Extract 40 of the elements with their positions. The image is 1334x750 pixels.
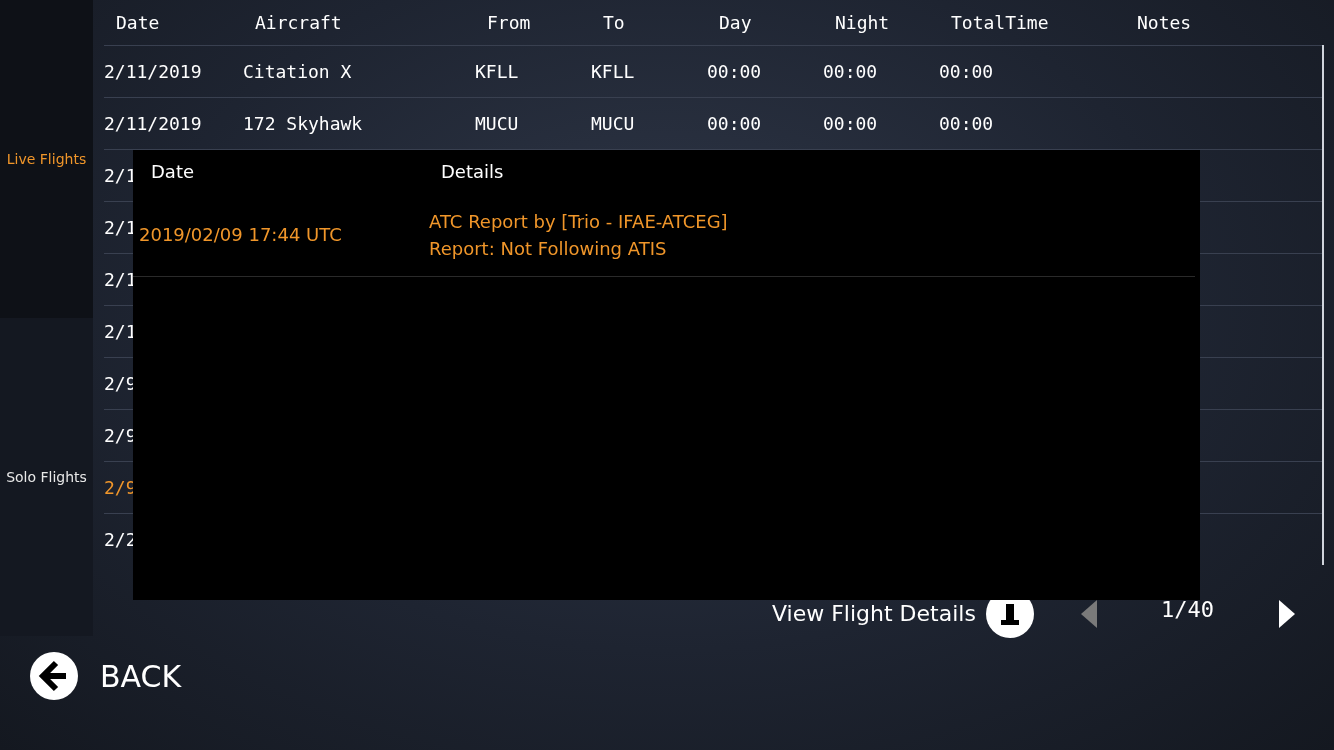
table-cell: 2/1 <box>104 269 137 290</box>
column-header: TotalTime <box>951 12 1049 33</box>
table-cell: 172 Skyhawk <box>243 113 363 134</box>
sidebar-tab[interactable]: Solo Flights <box>0 318 93 636</box>
column-header: Date <box>116 12 160 33</box>
scrollbar[interactable] <box>1322 45 1324 565</box>
table-cell: 2/1 <box>104 165 137 186</box>
table-cell: KFLL <box>475 61 519 82</box>
column-header: From <box>487 12 531 33</box>
table-cell: KFLL <box>591 61 635 82</box>
sidebar-tab[interactable]: Live Flights <box>0 0 93 318</box>
column-header: Aircraft <box>255 12 342 33</box>
column-header: Details <box>441 160 504 184</box>
column-header: Notes <box>1137 12 1192 33</box>
table-cell: Citation X <box>243 61 352 82</box>
report-detail: ATC Report by [Trio - IFAE-ATCEG] <box>429 209 728 234</box>
table-cell: 2/11/2019 <box>104 61 202 82</box>
view-details-label: View Flight Details <box>772 600 976 628</box>
column-header: Night <box>835 12 890 33</box>
column-header: Date <box>151 160 196 184</box>
table-cell: 2/1 <box>104 321 137 342</box>
table-cell: 2/11/2019 <box>104 113 202 134</box>
table-row[interactable]: 2/11/2019 172 Skyhawk MUCU MUCU 00:00 00:00 00:00 <box>104 97 1322 149</box>
page-indicator: 1/40 <box>1160 596 1214 624</box>
table-cell: 00:00 <box>707 61 762 82</box>
table-cell: MUCU <box>475 113 519 134</box>
next-page-icon[interactable] <box>1276 597 1297 630</box>
table-cell: 00:00 <box>939 113 994 134</box>
report-date: 2019/02/09 17:44 UTC <box>139 223 343 247</box>
table-cell: 00:00 <box>707 113 762 134</box>
table-cell: 00:00 <box>939 61 994 82</box>
table-row[interactable]: 2/11/2019 Citation X KFLL KFLL 00:00 00:00 00:00 <box>104 45 1322 97</box>
table-cell: 00:00 <box>823 61 878 82</box>
column-header: Day <box>719 12 752 33</box>
table-cell: 00:00 <box>823 113 878 134</box>
report-detail: Report: Not Following ATIS <box>429 236 668 261</box>
table-cell: 2/1 <box>104 217 137 238</box>
column-header: To <box>603 12 625 33</box>
back-button[interactable]: BACK <box>30 652 182 700</box>
table-cell: MUCU <box>591 113 635 134</box>
